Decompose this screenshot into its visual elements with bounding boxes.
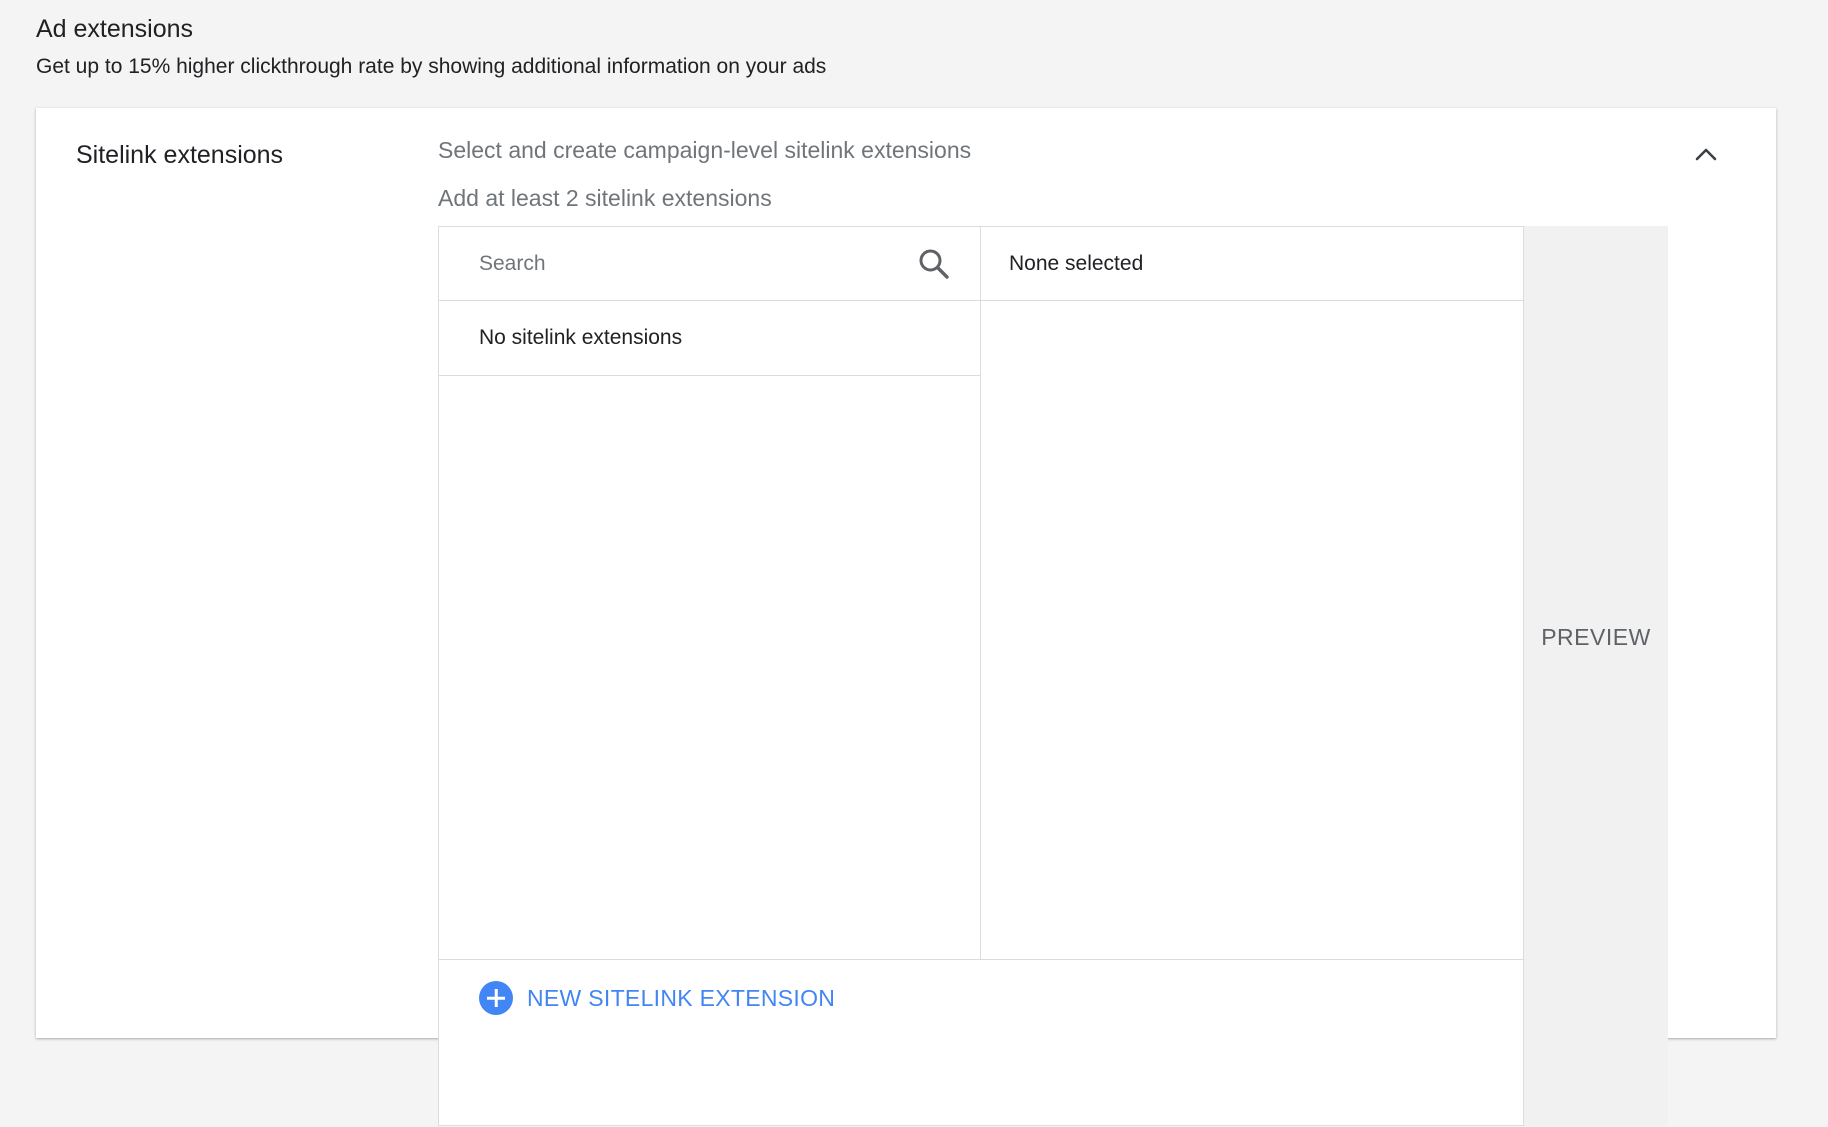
page-title: Ad extensions <box>36 15 194 43</box>
sitelink-instruction: Select and create campaign-level sitelin… <box>438 137 972 163</box>
search-input[interactable] <box>479 245 899 283</box>
chevron-up-icon <box>1695 148 1717 161</box>
sitelink-requirement: Add at least 2 sitelink extensions <box>438 185 772 211</box>
page-subtitle: Get up to 15% higher clickthrough rate b… <box>36 55 827 78</box>
selected-sitelinks-pane: None selected <box>981 227 1523 959</box>
sitelink-extensions-label: Sitelink extensions <box>76 141 284 169</box>
search-icon[interactable] <box>917 247 951 281</box>
preview-panel: PREVIEW <box>1524 226 1668 1126</box>
sitelink-picker: No sitelink extensions None selected NEW… <box>438 226 1524 1126</box>
preview-label: PREVIEW <box>1541 624 1651 650</box>
empty-list-message: No sitelink extensions <box>479 326 683 349</box>
picker-footer: NEW SITELINK EXTENSION <box>439 959 1523 1127</box>
search-bar <box>439 227 980 301</box>
new-sitelink-extension-button[interactable]: NEW SITELINK EXTENSION <box>479 978 835 1018</box>
list-item: No sitelink extensions <box>439 301 980 376</box>
selected-header: None selected <box>981 227 1523 301</box>
available-sitelinks-pane: No sitelink extensions <box>439 227 981 959</box>
add-circle-icon <box>479 981 513 1015</box>
collapse-button[interactable] <box>1686 134 1726 174</box>
selected-count-label: None selected <box>1009 252 1144 275</box>
new-sitelink-extension-label: NEW SITELINK EXTENSION <box>527 985 836 1011</box>
sitelink-extensions-card: Sitelink extensions Select and create ca… <box>36 108 1776 1126</box>
